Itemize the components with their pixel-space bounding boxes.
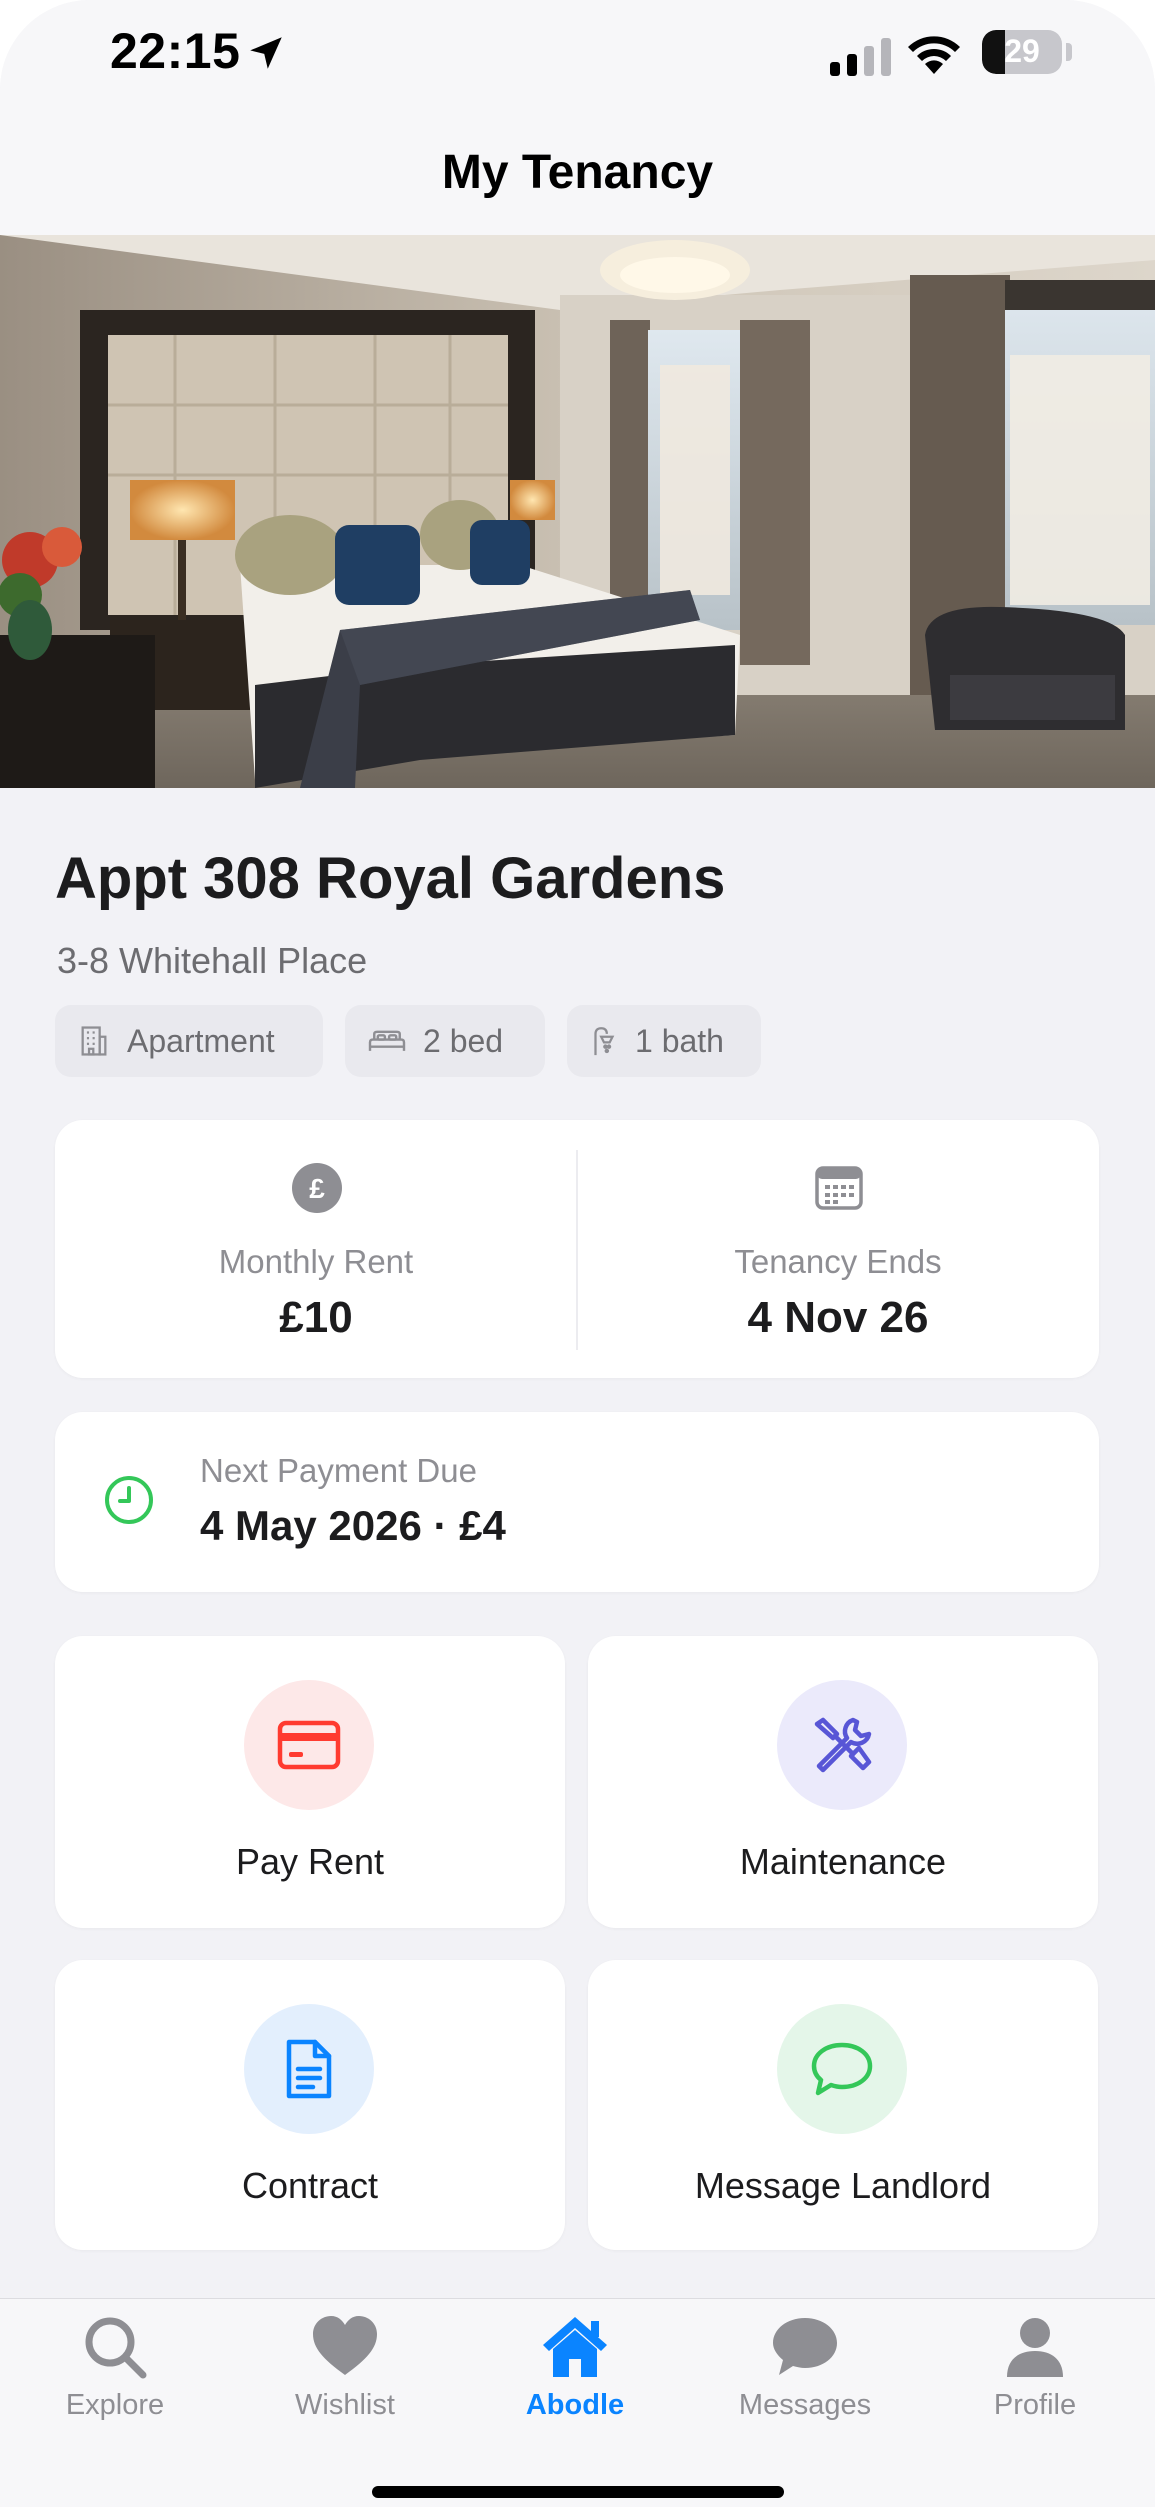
tenancy-summary-card: £ Monthly Rent £10 Tenancy Ends 4 Nov 26: [55, 1120, 1099, 1378]
next-payment-label: Next Payment Due: [200, 1452, 477, 1489]
tab-profile[interactable]: Profile: [935, 2313, 1135, 2433]
bathrooms-chip: 1 bath: [567, 1005, 761, 1077]
monthly-rent-label: Monthly Rent: [218, 1243, 414, 1280]
contract-button[interactable]: Contract: [55, 1960, 565, 2250]
property-type-label: Apartment: [127, 1022, 275, 1059]
tab-bar: Explore Wishlist Abodle Messages Profile: [0, 2298, 1155, 2507]
pound-icon: £: [292, 1163, 342, 1213]
next-payment-value: 4 May 2026 · £4: [200, 1502, 506, 1549]
battery-icon: 29: [982, 30, 1062, 74]
building-icon: [81, 1026, 107, 1056]
tenancy-ends-stat: Tenancy Ends 4 Nov 26: [577, 1120, 1099, 1378]
message-landlord-button[interactable]: Message Landlord: [588, 1960, 1098, 2250]
message-landlord-label: Message Landlord: [694, 2165, 992, 2206]
tab-wishlist-label: Wishlist: [295, 2389, 395, 2421]
tab-explore-label: Explore: [65, 2389, 165, 2421]
maintenance-icon-circle: [777, 1680, 907, 1810]
pay-rent-label: Pay Rent: [235, 1841, 385, 1882]
property-address: 3-8 Whitehall Place: [57, 940, 368, 981]
bathrooms-label: 1 bath: [635, 1022, 724, 1059]
status-bar: 22:15 29: [0, 0, 1155, 120]
battery-cap: [1066, 43, 1072, 61]
clock-icon: [105, 1476, 153, 1524]
tab-abodle[interactable]: Abodle: [475, 2313, 675, 2433]
navigation-bar: My Tenancy: [0, 120, 1155, 236]
property-title: Appt 308 Royal Gardens: [55, 846, 726, 911]
bedrooms-label: 2 bed: [423, 1022, 504, 1059]
tab-explore[interactable]: Explore: [15, 2313, 215, 2433]
credit-card-icon: [277, 1720, 341, 1770]
battery-percent: 29: [1004, 33, 1040, 69]
heart-icon: [313, 2316, 377, 2375]
contract-icon-circle: [244, 2004, 374, 2134]
tab-messages-label: Messages: [738, 2389, 872, 2421]
tenancy-ends-label: Tenancy Ends: [734, 1243, 942, 1280]
document-icon: [286, 2039, 332, 2099]
chat-icon: [811, 2042, 873, 2096]
shower-icon: [594, 1027, 615, 1056]
property-type-chip: Apartment: [55, 1005, 323, 1077]
pay-rent-button[interactable]: Pay Rent: [55, 1636, 565, 1928]
bed-icon: [368, 1030, 406, 1051]
monthly-rent-stat: £ Monthly Rent £10: [55, 1120, 577, 1378]
next-payment-card[interactable]: Next Payment Due 4 May 2026 · £4: [55, 1412, 1099, 1592]
message-landlord-icon-circle: [777, 2004, 907, 2134]
screen: 22:15 29 My Tenancy Appt 308 Royal Garde…: [0, 0, 1155, 2507]
page-title: My Tenancy: [441, 146, 714, 199]
tenancy-ends-value: 4 Nov 26: [747, 1293, 929, 1342]
wifi-icon: [908, 36, 960, 74]
tab-wishlist[interactable]: Wishlist: [245, 2313, 445, 2433]
calendar-icon: [815, 1166, 863, 1210]
tab-profile-label: Profile: [993, 2389, 1077, 2421]
person-icon: [1007, 2318, 1063, 2377]
home-indicator: [372, 2486, 784, 2498]
maintenance-label: Maintenance: [739, 1841, 947, 1882]
property-photo[interactable]: [0, 235, 1155, 788]
tab-abodle-label: Abodle: [525, 2389, 625, 2421]
search-icon: [85, 2317, 147, 2379]
monthly-rent-value: £10: [279, 1293, 353, 1342]
bedrooms-chip: 2 bed: [345, 1005, 545, 1077]
messages-icon: [773, 2318, 837, 2375]
tools-icon: [814, 1717, 872, 1773]
status-time: 22:15: [110, 23, 241, 79]
maintenance-button[interactable]: Maintenance: [588, 1636, 1098, 1928]
contract-label: Contract: [241, 2165, 379, 2206]
location-arrow-icon: [250, 37, 282, 69]
tab-messages[interactable]: Messages: [705, 2313, 905, 2433]
svg-text:£: £: [309, 1173, 325, 1204]
cellular-signal-icon: [830, 38, 891, 76]
pay-rent-icon-circle: [244, 1680, 374, 1810]
home-icon: [543, 2317, 607, 2377]
